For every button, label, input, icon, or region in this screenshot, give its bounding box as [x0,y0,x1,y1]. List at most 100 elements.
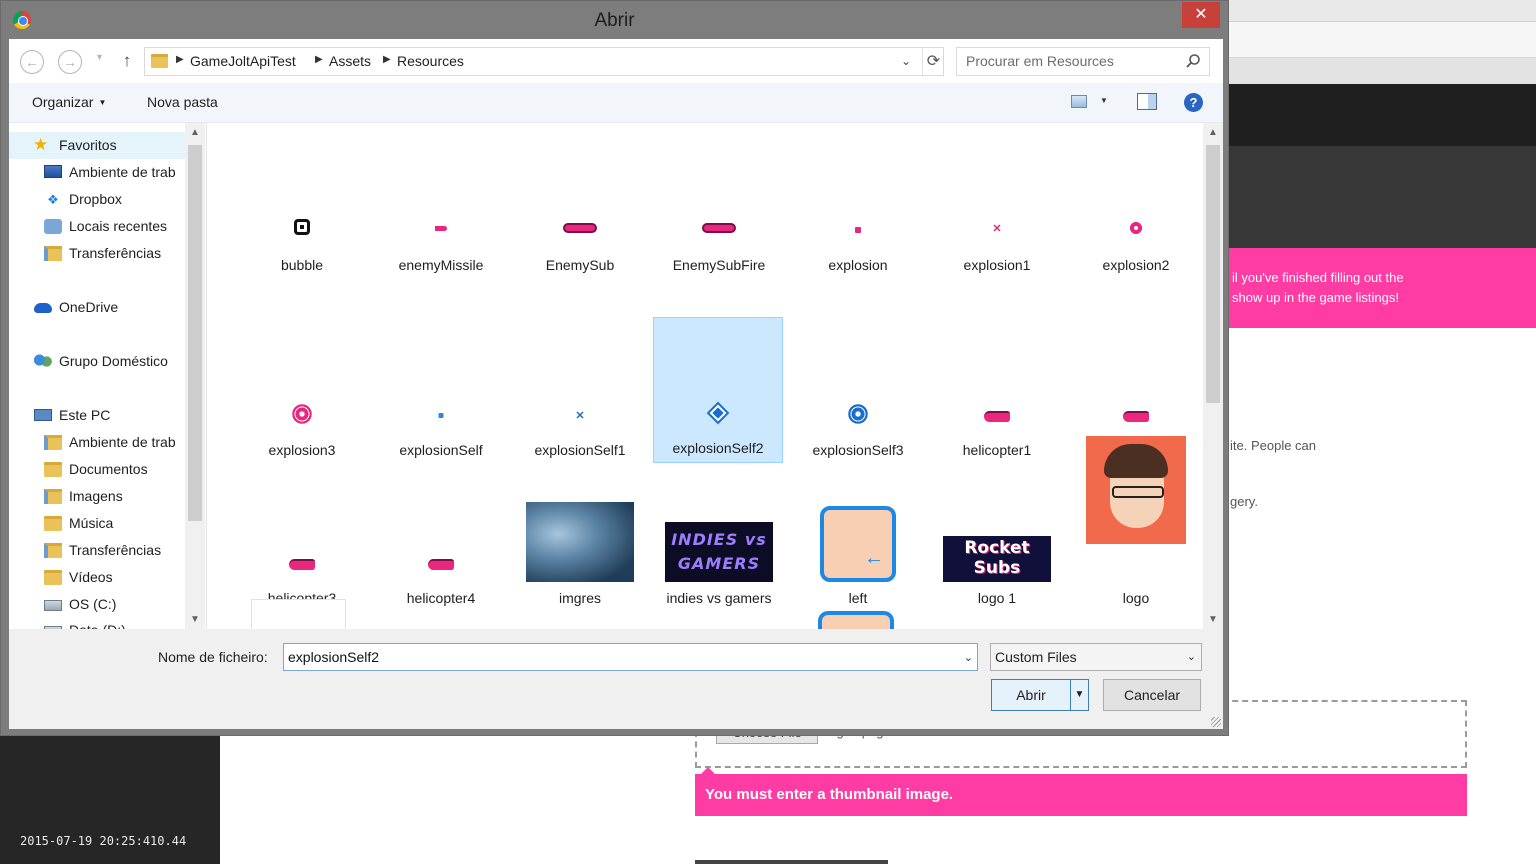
refresh-button[interactable]: ⟳ [922,48,944,75]
partial-file-thumbnail[interactable] [818,611,894,629]
help-icon[interactable]: ? [1184,93,1203,112]
chevron-down-icon[interactable]: ⌄ [964,651,973,664]
file-item-explosion1[interactable]: ✕ explosion1 [932,133,1062,279]
file-item-logo-1[interactable]: Rocket Subs logo 1 [932,466,1062,612]
file-item-enemysub[interactable]: EnemySub [515,133,645,279]
file-item-left[interactable]: ← left [793,466,923,612]
file-item-enemymissile[interactable]: enemyMissile [376,133,506,279]
breadcrumb-separator-icon[interactable]: ▶ [383,54,391,65]
navigation-bar: ← → ▼ ↑ ▶ GameJoltApiTest ▶ Assets ▶ Res… [9,39,1223,83]
scrollbar-thumb[interactable] [1206,145,1220,403]
breadcrumb-separator-icon[interactable]: ▶ [176,54,184,65]
address-bar[interactable]: ▶ GameJoltApiTest ▶ Assets ▶ Resources ⌄… [144,47,944,76]
onedrive-icon [34,303,52,313]
search-input[interactable] [966,53,1176,69]
image-thumbnail [289,559,315,570]
sidebar-item-label: Transferências [69,542,162,558]
file-item-explosionself[interactable]: explosionSelf [376,318,506,464]
dialog-title: Abrir [594,10,635,31]
change-view-icon[interactable] [1071,95,1087,108]
file-item-logo[interactable]: logo [1071,436,1201,612]
caret-down-icon: ▼ [98,98,107,107]
navigation-pane: ★ Favoritos Ambiente de trab ❖ Dropbox L… [9,123,207,629]
homegroup-icon [34,354,52,369]
file-item-helicopter3[interactable]: helicopter3 [237,466,367,612]
background-text: ite. People can [1230,438,1317,453]
file-item-bubble[interactable]: bubble [237,133,367,279]
background-notice: il you've finished filling out the show … [1228,248,1536,328]
dialog-titlebar[interactable]: Abrir ✕ [1,1,1228,39]
star-icon: ★ [33,135,49,154]
scroll-down-icon[interactable]: ▼ [185,614,205,625]
sidebar-item-label: Favoritos [59,137,117,153]
background-header-bar [1228,84,1536,146]
file-name: logo [1122,590,1150,606]
recent-locations-dropdown[interactable]: ▼ [95,52,104,62]
image-thumbnail [1086,436,1186,544]
up-button[interactable]: ↑ [117,49,137,73]
sidebar-item-favorites[interactable]: ★ Favoritos [9,132,185,159]
sidebar-item-label: Imagens [69,488,123,504]
image-thumbnail [438,413,444,418]
file-item-indies-vs-gamers[interactable]: INDIES vs GAMERS indies vs gamers [654,466,784,612]
back-button[interactable]: ← [20,50,44,74]
file-name: explosionSelf2 [672,440,764,456]
filename-combobox[interactable]: ⌄ [283,643,978,671]
partial-file-thumbnail[interactable] [251,599,346,629]
file-item-explosionself1[interactable]: ✕ explosionSelf1 [515,318,645,464]
file-item-explosion3[interactable]: explosion3 [237,318,367,464]
search-box[interactable] [956,47,1210,76]
file-item-enemysubfire[interactable]: EnemySubFire [654,133,784,279]
preview-pane-icon[interactable] [1137,93,1157,110]
scroll-down-icon[interactable]: ▼ [1203,614,1223,625]
scrollbar-thumb[interactable] [188,145,202,521]
file-item-explosion[interactable]: explosion [793,133,923,279]
avatar-hair [1104,444,1168,478]
forward-button[interactable]: → [58,50,82,74]
dropbox-icon: ❖ [47,192,59,207]
organize-menu-button[interactable]: Organizar ▼ [32,94,106,110]
image-thumbnail [855,227,861,233]
file-item-helicopter1[interactable]: helicopter1 [932,318,1062,464]
filename-input[interactable] [288,649,938,665]
open-file-dialog: Abrir ✕ ← → ▼ ↑ ▶ GameJoltApiTest ▶ Asse… [0,0,1229,736]
file-name: EnemySubFire [672,257,766,273]
resize-grip-icon[interactable] [1211,717,1221,727]
breadcrumb-item[interactable]: Resources [397,53,464,69]
filename-label: Nome de ficheiro: [158,649,268,665]
sidebar-item-label: OneDrive [59,299,119,315]
file-item-explosionself2[interactable]: explosionSelf2 [653,317,783,463]
close-button[interactable]: ✕ [1182,2,1220,28]
file-item-explosion2[interactable]: explosion2 [1071,133,1201,279]
new-folder-button[interactable]: Nova pasta [147,94,218,110]
scroll-up-icon[interactable]: ▲ [185,127,205,138]
breadcrumb-item[interactable]: Assets [329,53,371,69]
image-thumbnail [1123,411,1149,422]
file-name: logo 1 [977,590,1017,606]
file-name: explosion3 [268,442,336,458]
chevron-down-icon[interactable]: ⌄ [901,54,911,68]
file-list-scrollbar[interactable]: ▲ ▼ [1203,123,1223,629]
file-name: explosion2 [1102,257,1170,273]
cancel-button[interactable]: Cancelar [1103,679,1201,711]
background-divider [695,860,888,864]
desktop-icon [44,165,62,178]
open-options-dropdown[interactable]: ▼ [1070,680,1088,710]
file-type-select[interactable]: Custom Files ⌄ [990,643,1202,671]
image-thumbnail: Rocket Subs [943,536,1051,582]
sidebar-item-label: Grupo Doméstico [59,353,168,369]
breadcrumb-separator-icon[interactable]: ▶ [315,54,323,65]
sidebar-item-label: Vídeos [69,569,113,585]
file-item-imgres[interactable]: imgres [515,466,645,612]
navigation-scrollbar[interactable]: ▲ ▼ [185,123,205,629]
scroll-up-icon[interactable]: ▲ [1203,127,1223,138]
file-item-explosionself3[interactable]: explosionSelf3 [793,318,923,464]
open-button[interactable]: Abrir ▼ [991,679,1089,711]
open-button-label: Abrir [1016,687,1046,703]
file-item-helicopter4[interactable]: helicopter4 [376,466,506,612]
drive-icon [44,600,62,611]
breadcrumb-item[interactable]: GameJoltApiTest [190,53,296,69]
view-options-dropdown[interactable]: ▼ [1100,96,1108,105]
file-list: bubble enemyMissile EnemySub EnemySubFir… [207,123,1223,629]
error-message: You must enter a thumbnail image. [695,767,1467,816]
